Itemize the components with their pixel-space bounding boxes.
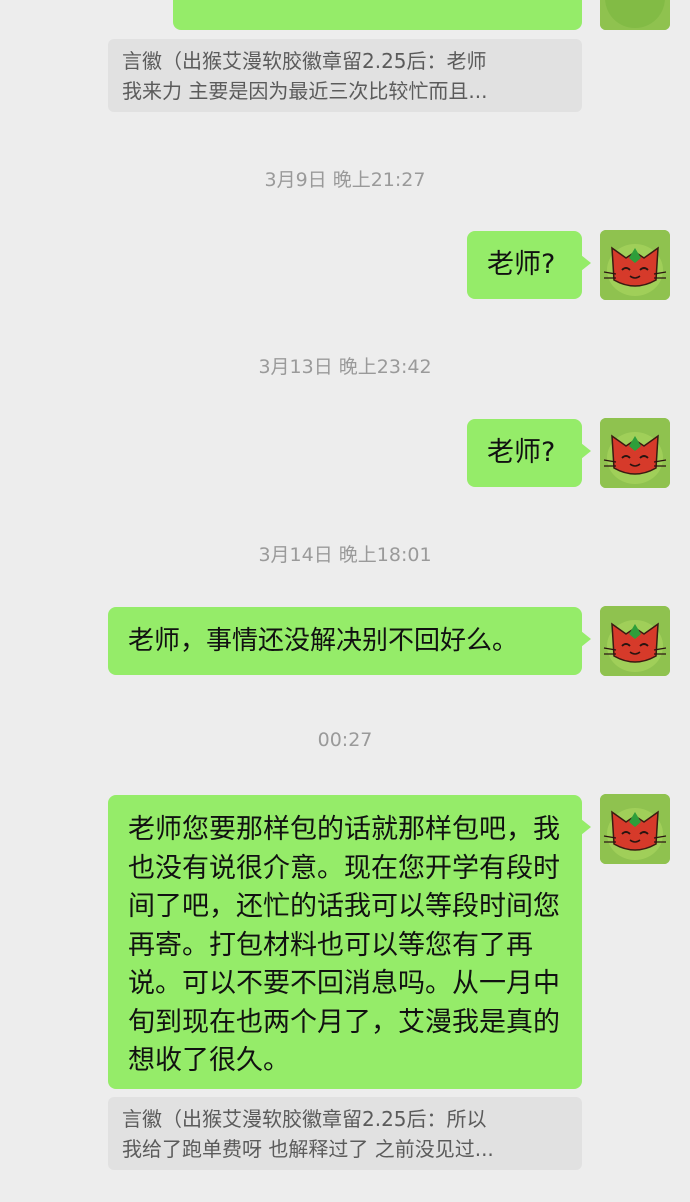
avatar[interactable] — [600, 606, 670, 676]
message-text: 老师，事情还没解决别不回好么。 — [128, 626, 519, 656]
red-cat-avatar-icon — [600, 606, 670, 676]
message-bubble-partial[interactable] — [173, 0, 582, 30]
avatar[interactable] — [600, 230, 670, 300]
red-cat-avatar-icon — [600, 230, 670, 300]
quote-line-1: 言徽（出猴艾漫软胶徽章留2.25后：所以 — [122, 1107, 487, 1131]
avatar[interactable] — [600, 0, 670, 30]
timestamp: 3月14日 晚上18:01 — [258, 544, 432, 566]
timestamp: 00:27 — [317, 729, 373, 751]
avatar[interactable] — [600, 794, 670, 864]
quoted-message[interactable]: 言徽（出猴艾漫软胶徽章留2.25后：所以 我给了跑单费呀 也解释过了 之前没见过… — [108, 1097, 582, 1170]
message-text: 老师您要那样包的话就那样包吧，我也没有说很介意。现在您开学有段时间了吧，还忙的话… — [128, 814, 560, 1076]
quote-line-1: 言徽（出猴艾漫软胶徽章留2.25后：老师 — [122, 49, 487, 73]
quoted-message[interactable]: 言徽（出猴艾漫软胶徽章留2.25后：老师 我来力 主要是因为最近三次比较忙而且.… — [108, 39, 582, 112]
message-text: 老师? — [487, 437, 556, 468]
chat-area[interactable]: 言徽（出猴艾漫软胶徽章留2.25后：老师 我来力 主要是因为最近三次比较忙而且.… — [0, 0, 690, 1202]
message-bubble[interactable]: 老师? — [467, 419, 591, 487]
red-cat-avatar-icon — [600, 418, 670, 488]
timestamp: 3月9日 晚上21:27 — [264, 169, 426, 191]
avatar[interactable] — [600, 418, 670, 488]
quote-line-2: 我给了跑单费呀 也解释过了 之前没见过... — [122, 1137, 494, 1161]
message-bubble[interactable]: 老师，事情还没解决别不回好么。 — [108, 607, 591, 675]
message-bubble[interactable]: 老师? — [467, 231, 591, 299]
red-cat-avatar-icon — [600, 0, 670, 30]
quote-line-2: 我来力 主要是因为最近三次比较忙而且... — [122, 79, 488, 103]
timestamp: 3月13日 晚上23:42 — [258, 356, 432, 378]
message-text: 老师? — [487, 249, 556, 280]
message-bubble[interactable]: 老师您要那样包的话就那样包吧，我也没有说很介意。现在您开学有段时间了吧，还忙的话… — [108, 795, 591, 1089]
red-cat-avatar-icon — [600, 794, 670, 864]
